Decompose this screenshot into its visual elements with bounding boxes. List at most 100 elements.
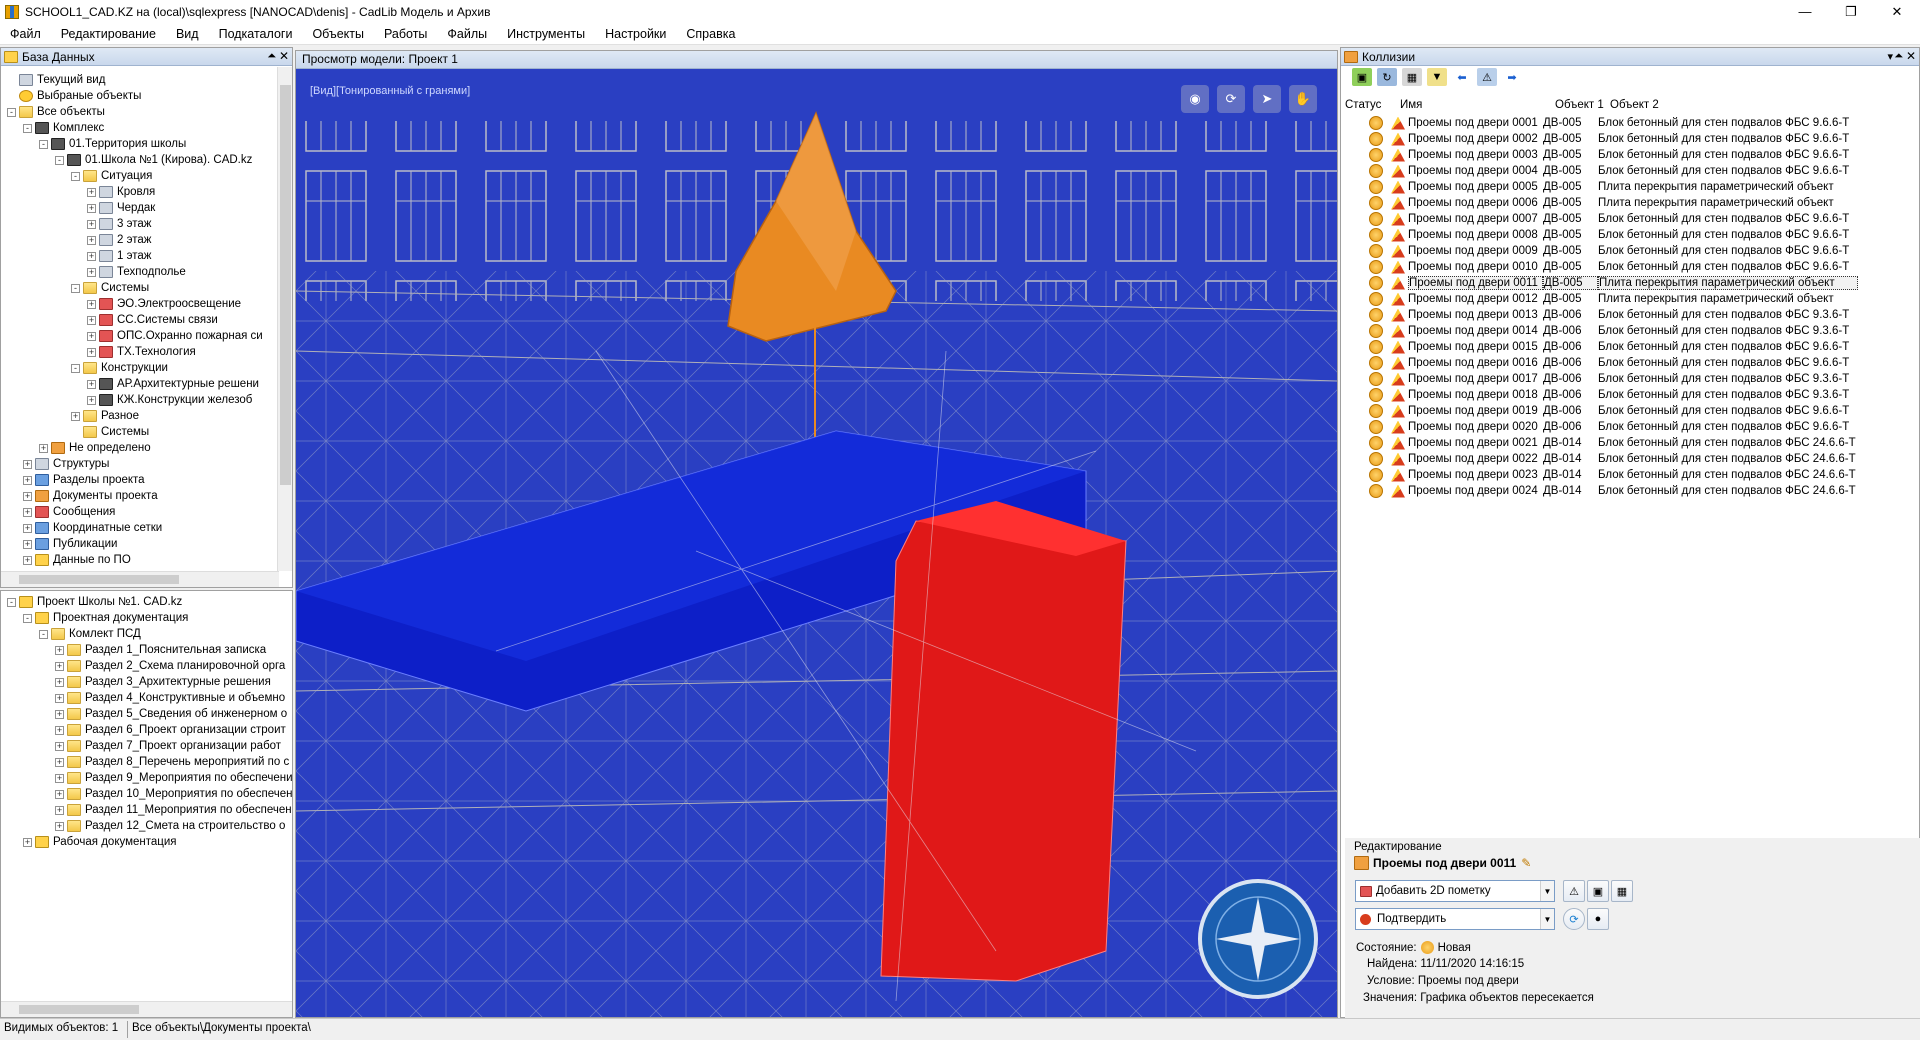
close-icon[interactable]: ✕ xyxy=(279,49,289,63)
collapse-icon[interactable]: - xyxy=(71,171,80,181)
collision-row[interactable]: Проемы под двери 0024 ДВ-014 Блок бетонный… xyxy=(1345,483,1858,499)
tree-item[interactable]: + Разное xyxy=(71,408,139,424)
model-viewport[interactable]: Просмотр модели: Проект 1 [Вид][Тонирова… xyxy=(295,50,1338,1018)
expand-icon[interactable]: + xyxy=(71,411,80,421)
tree-item[interactable]: + Раздел 10_Мероприятия по обеспечен xyxy=(55,786,292,802)
expand-icon[interactable]: + xyxy=(55,709,64,719)
tree-item[interactable]: + Координатные сетки xyxy=(23,520,162,536)
tree-item[interactable]: - Проект Школы №1. CAD.kz xyxy=(7,594,182,610)
expand-icon[interactable]: + xyxy=(55,789,64,799)
tree-item[interactable]: + АР.Архитектурные решени xyxy=(87,376,259,392)
tree-item[interactable]: - Проектная документация xyxy=(23,610,188,626)
expand-icon[interactable]: + xyxy=(55,741,64,751)
tree-item[interactable]: + КЖ.Конструкции железоб xyxy=(87,392,252,408)
warning-button[interactable]: ⚠ xyxy=(1563,880,1585,902)
collision-row[interactable]: Проемы под двери 0012 ДВ-005 Плита перекры… xyxy=(1345,291,1858,307)
forward-arrow-icon[interactable]: ➡ xyxy=(1502,68,1522,86)
tree-item[interactable]: +1 этаж xyxy=(87,248,151,264)
tree-item[interactable]: + Раздел 4_Конструктивные и объемно xyxy=(55,690,285,706)
tree-item[interactable]: - Системы xyxy=(71,280,149,296)
expand-icon[interactable]: + xyxy=(87,347,96,357)
expand-icon[interactable]: + xyxy=(23,491,32,501)
menu-files[interactable]: Файлы xyxy=(437,27,497,41)
restore-button[interactable]: ❐ xyxy=(1828,0,1874,23)
tree-item[interactable]: - 01.Территория школы xyxy=(39,136,186,152)
navigation-compass[interactable] xyxy=(1198,879,1318,999)
filter-icon[interactable]: ▼ xyxy=(1427,68,1447,86)
menu-file[interactable]: Файл xyxy=(0,27,51,41)
confirm-combo[interactable]: Подтвердить ▼ xyxy=(1355,908,1555,930)
expand-icon[interactable]: + xyxy=(55,757,64,767)
vertical-scrollbar[interactable] xyxy=(277,67,292,571)
chevron-down-icon[interactable]: ▼ xyxy=(1540,881,1554,901)
collision-mode-icon[interactable]: ⚠ xyxy=(1477,68,1497,86)
expand-icon[interactable]: + xyxy=(23,539,32,549)
tree-item[interactable]: +3 этаж xyxy=(87,216,151,232)
pan-icon[interactable]: ✋ xyxy=(1289,85,1317,113)
expand-icon[interactable]: + xyxy=(55,773,64,783)
tree-item[interactable]: + Кровля xyxy=(87,184,155,200)
collapse-icon[interactable]: - xyxy=(7,597,16,607)
expand-icon[interactable]: + xyxy=(87,267,96,277)
tree-item[interactable]: - Все объекты xyxy=(7,104,105,120)
chevron-down-icon-2[interactable]: ▼ xyxy=(1540,909,1554,929)
menu-objects[interactable]: Объекты xyxy=(302,27,374,41)
expand-icon[interactable]: + xyxy=(87,187,96,197)
tree-item[interactable]: + Чердак xyxy=(87,200,155,216)
project-docs-tree[interactable]: - Проект Школы №1. CAD.kz - Проектная докум… xyxy=(1,591,292,991)
col-object1[interactable]: Объект 1 xyxy=(1555,99,1610,111)
horizontal-scrollbar-2[interactable] xyxy=(1,1001,292,1017)
collision-row[interactable]: Проемы под двери 0022 ДВ-014 Блок бетонный… xyxy=(1345,451,1858,467)
expand-icon[interactable]: + xyxy=(23,459,32,469)
expand-icon[interactable]: + xyxy=(23,507,32,517)
collapse-icon[interactable]: - xyxy=(71,363,80,373)
tree-item[interactable]: + Раздел 2_Схема планировочной орга xyxy=(55,658,285,674)
orbit-icon[interactable]: ⟳ xyxy=(1217,85,1245,113)
dropdown-icon[interactable]: ▾ xyxy=(1887,50,1893,63)
collision-row[interactable]: Проемы под двери 0008 ДВ-005 Блок бетонный… xyxy=(1345,227,1858,243)
tree-item[interactable]: + Раздел 1_Пояснительная записка xyxy=(55,642,266,658)
tree-item[interactable]: - Комлект ПСД xyxy=(39,626,141,642)
back-arrow-icon[interactable]: ⬅ xyxy=(1452,68,1472,86)
expand-icon[interactable]: + xyxy=(23,475,32,485)
camera-button[interactable]: ● xyxy=(1587,908,1609,930)
tree-item[interactable]: Текущий вид xyxy=(7,72,105,88)
collision-row[interactable]: Проемы под двери 0023 ДВ-014 Блок бетонный… xyxy=(1345,467,1858,483)
collapse-icon[interactable]: - xyxy=(23,613,32,623)
col-object2[interactable]: Объект 2 xyxy=(1610,99,1870,111)
pin-icon[interactable]: ⏶ xyxy=(267,50,276,63)
expand-icon[interactable]: + xyxy=(87,219,96,229)
tree-item[interactable]: + Раздел 7_Проект организации работ xyxy=(55,738,281,754)
collision-row[interactable]: Проемы под двери 0005 ДВ-005 Плита перекры… xyxy=(1345,179,1858,195)
collapse-icon[interactable]: - xyxy=(71,283,80,293)
tree-item[interactable]: + ЭО.Электроосвещение xyxy=(87,296,241,312)
tree-item[interactable]: + Раздел 12_Смета на строительство о xyxy=(55,818,285,834)
collision-row[interactable]: Проемы под двери 0021 ДВ-014 Блок бетонный… xyxy=(1345,435,1858,451)
menu-subcatalogs[interactable]: Подкаталоги xyxy=(209,27,303,41)
refresh-check-icon[interactable]: ↻ xyxy=(1377,68,1397,86)
add-mark-combo[interactable]: Добавить 2D пометку ▼ xyxy=(1355,880,1555,902)
database-tree[interactable]: Текущий вид Выбраные объекты - Все объекты -… xyxy=(1,66,292,568)
expand-icon[interactable]: + xyxy=(23,523,32,533)
walk-icon[interactable]: ➤ xyxy=(1253,85,1281,113)
tree-item[interactable]: + Раздел 8_Перечень мероприятий по с xyxy=(55,754,289,770)
menu-edit[interactable]: Редактирование xyxy=(51,27,166,41)
tree-item[interactable]: - Комплекс xyxy=(23,120,104,136)
tree-item[interactable]: + Техподполье xyxy=(87,264,186,280)
sync-button[interactable]: ⟳ xyxy=(1563,908,1585,930)
collapse-icon[interactable]: - xyxy=(7,107,16,117)
menu-settings[interactable]: Настройки xyxy=(595,27,676,41)
expand-icon[interactable]: + xyxy=(87,379,96,389)
pin-icon-2[interactable]: ⏶ xyxy=(1894,50,1903,63)
close-icon-2[interactable]: ✕ xyxy=(1906,49,1916,63)
menu-help[interactable]: Справка xyxy=(676,27,745,41)
collapse-icon[interactable]: - xyxy=(39,629,48,639)
col-name[interactable]: Имя xyxy=(1400,99,1555,111)
expand-icon[interactable]: + xyxy=(87,331,96,341)
tree-item[interactable]: + Раздел 3_Архитектурные решения xyxy=(55,674,271,690)
eye-icon[interactable]: ◉ xyxy=(1181,85,1209,113)
expand-icon[interactable]: + xyxy=(87,251,96,261)
collision-row[interactable]: Проемы под двери 0007 ДВ-005 Блок бетонный… xyxy=(1345,211,1858,227)
red-wall-object[interactable] xyxy=(880,501,1127,982)
expand-icon[interactable]: + xyxy=(39,443,48,453)
